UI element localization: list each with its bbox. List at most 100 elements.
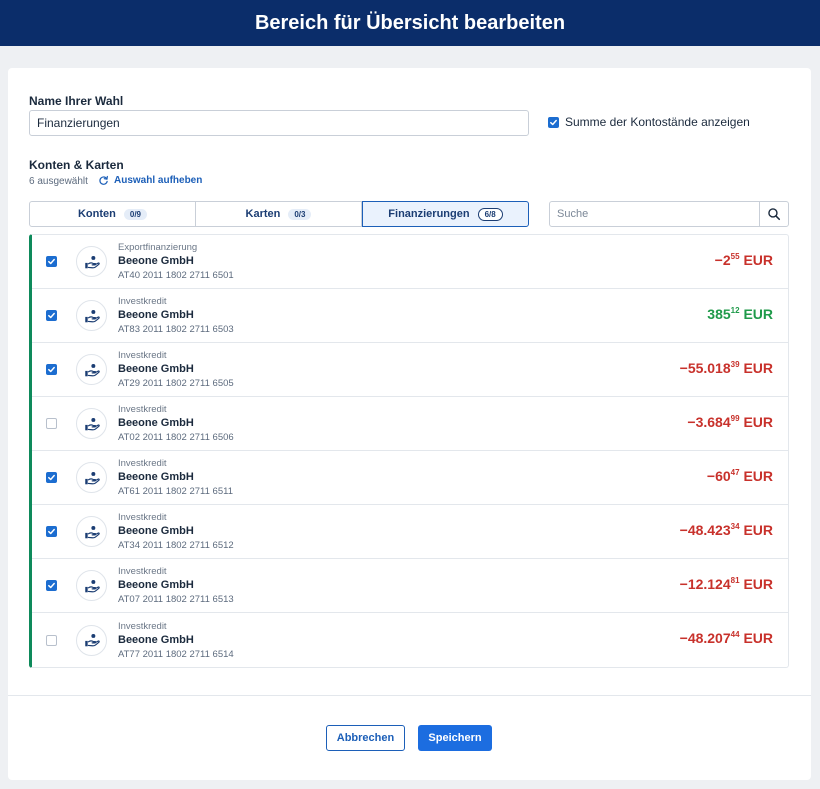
account-row[interactable]: Investkredit Beeone GmbH AT61 2011 1802 …	[32, 451, 788, 505]
account-iban: AT83 2011 1802 2711 6503	[118, 324, 234, 335]
product-type: Investkredit	[118, 620, 167, 632]
account-info: Investkredit Beeone GmbH AT77 2011 1802 …	[118, 620, 234, 661]
product-type: Investkredit	[118, 566, 167, 577]
product-type: Investkredit	[118, 458, 167, 469]
balance-integer: 2	[722, 252, 731, 268]
product-type: Investkredit	[118, 350, 167, 361]
check-icon	[48, 528, 55, 535]
search-button[interactable]	[759, 202, 788, 226]
balance-sign: −	[679, 576, 688, 592]
balance-decimals: 47	[730, 468, 740, 477]
tab-label: Finanzierungen	[388, 208, 470, 220]
page-title: Bereich für Übersicht bearbeiten	[254, 11, 566, 34]
hand-coin-icon	[84, 471, 100, 484]
account-balance: −6047 EUR	[707, 468, 773, 484]
account-owner: Beeone GmbH	[118, 579, 194, 591]
check-icon	[48, 258, 55, 265]
product-avatar	[76, 516, 107, 547]
sum-checkbox[interactable]	[548, 116, 559, 128]
account-row[interactable]: Investkredit Beeone GmbH AT77 2011 1802 …	[32, 613, 788, 667]
tab-label: Karten	[245, 208, 281, 220]
account-owner: Beeone GmbH	[118, 525, 194, 537]
tab-konten[interactable]: Konten 0/9	[29, 201, 196, 227]
tab-finanzierungen[interactable]: Finanzierungen 6/8	[362, 201, 529, 227]
row-checkbox[interactable]	[46, 526, 57, 537]
balance-integer: 48.423	[687, 522, 731, 538]
account-balance: −48.42334 EUR	[680, 522, 773, 538]
account-info: Investkredit Beeone GmbH AT07 2011 1802 …	[118, 565, 234, 606]
search-input[interactable]	[550, 202, 759, 226]
account-row[interactable]: Investkredit Beeone GmbH AT07 2011 1802 …	[32, 559, 788, 613]
balance-decimals: 99	[730, 414, 740, 423]
product-avatar	[76, 408, 107, 439]
row-checkbox[interactable]	[46, 418, 57, 429]
balance-integer: 60	[715, 468, 731, 484]
product-avatar	[76, 570, 107, 601]
account-owner: Beeone GmbH	[118, 255, 194, 267]
balance-currency: EUR	[743, 468, 773, 484]
account-row[interactable]: Investkredit Beeone GmbH AT02 2011 1802 …	[32, 397, 788, 451]
cancel-button[interactable]: Abbrechen	[326, 725, 405, 751]
balance-currency: EUR	[743, 576, 773, 592]
balance-currency: EUR	[743, 306, 773, 322]
account-iban: AT29 2011 1802 2711 6505	[118, 378, 234, 389]
footer-divider	[8, 695, 811, 696]
account-row[interactable]: Investkredit Beeone GmbH AT29 2011 1802 …	[32, 343, 788, 397]
row-checkbox[interactable]	[46, 310, 57, 321]
balance-sign: −	[679, 522, 688, 538]
sum-toggle[interactable]: Summe der Kontostände anzeigen	[548, 115, 750, 129]
balance-sign: −	[679, 360, 688, 376]
balance-integer: 3.684	[695, 414, 731, 430]
balance-currency: EUR	[743, 414, 773, 430]
product-type: Investkredit	[118, 512, 167, 523]
clear-selection-link[interactable]: Auswahl aufheben	[98, 175, 202, 186]
account-iban: AT34 2011 1802 2711 6512	[118, 540, 234, 551]
hand-coin-icon	[84, 363, 100, 376]
balance-sign: −	[706, 468, 716, 484]
account-owner: Beeone GmbH	[118, 309, 194, 321]
check-icon	[48, 582, 55, 589]
check-icon	[550, 119, 557, 125]
row-checkbox[interactable]	[46, 634, 57, 646]
balance-integer: 12.124	[687, 576, 731, 592]
name-input[interactable]: Finanzierungen	[29, 110, 529, 136]
account-balance: −3.68499 EUR	[687, 414, 773, 430]
hand-coin-icon	[84, 633, 100, 647]
accounts-section-label: Konten & Karten	[29, 158, 124, 172]
account-owner: Beeone GmbH	[118, 417, 194, 429]
product-avatar	[76, 354, 107, 385]
hand-coin-icon	[84, 579, 100, 592]
account-row[interactable]: Investkredit Beeone GmbH AT34 2011 1802 …	[32, 505, 788, 559]
account-row[interactable]: Investkredit Beeone GmbH AT83 2011 1802 …	[32, 289, 788, 343]
account-iban: AT77 2011 1802 2711 6514	[118, 648, 234, 660]
check-icon	[48, 474, 55, 481]
account-info: Investkredit Beeone GmbH AT02 2011 1802 …	[118, 403, 234, 444]
search-box	[549, 201, 789, 227]
balance-decimals: 55	[730, 252, 740, 261]
account-iban: AT02 2011 1802 2711 6506	[118, 432, 234, 443]
account-owner: Beeone GmbH	[118, 363, 194, 375]
tab-count-badge: 0/3	[288, 208, 312, 220]
name-label: Name Ihrer Wahl	[29, 94, 124, 108]
save-button[interactable]: Speichern	[418, 725, 492, 751]
row-checkbox[interactable]	[46, 256, 57, 267]
account-row[interactable]: Exportfinanzierung Beeone GmbH AT40 2011…	[32, 235, 788, 289]
product-avatar	[76, 624, 107, 656]
tab-karten[interactable]: Karten 0/3	[196, 201, 362, 227]
account-iban: AT61 2011 1802 2711 6511	[118, 486, 233, 497]
sum-label: Summe der Kontostände anzeigen	[565, 115, 750, 129]
row-checkbox[interactable]	[46, 364, 57, 375]
row-checkbox[interactable]	[46, 580, 57, 591]
check-icon	[48, 312, 55, 319]
row-checkbox[interactable]	[46, 472, 57, 483]
balance-integer: 48.207	[687, 630, 731, 646]
check-icon	[48, 366, 55, 373]
hand-coin-icon	[84, 417, 100, 430]
balance-decimals: 34	[730, 522, 740, 531]
account-iban: AT40 2011 1802 2711 6501	[118, 270, 234, 281]
account-owner: Beeone GmbH	[118, 471, 194, 483]
balance-sign: −	[714, 252, 723, 268]
balance-currency: EUR	[743, 360, 773, 376]
search-icon	[768, 208, 781, 221]
account-info: Investkredit Beeone GmbH AT83 2011 1802 …	[118, 295, 234, 336]
